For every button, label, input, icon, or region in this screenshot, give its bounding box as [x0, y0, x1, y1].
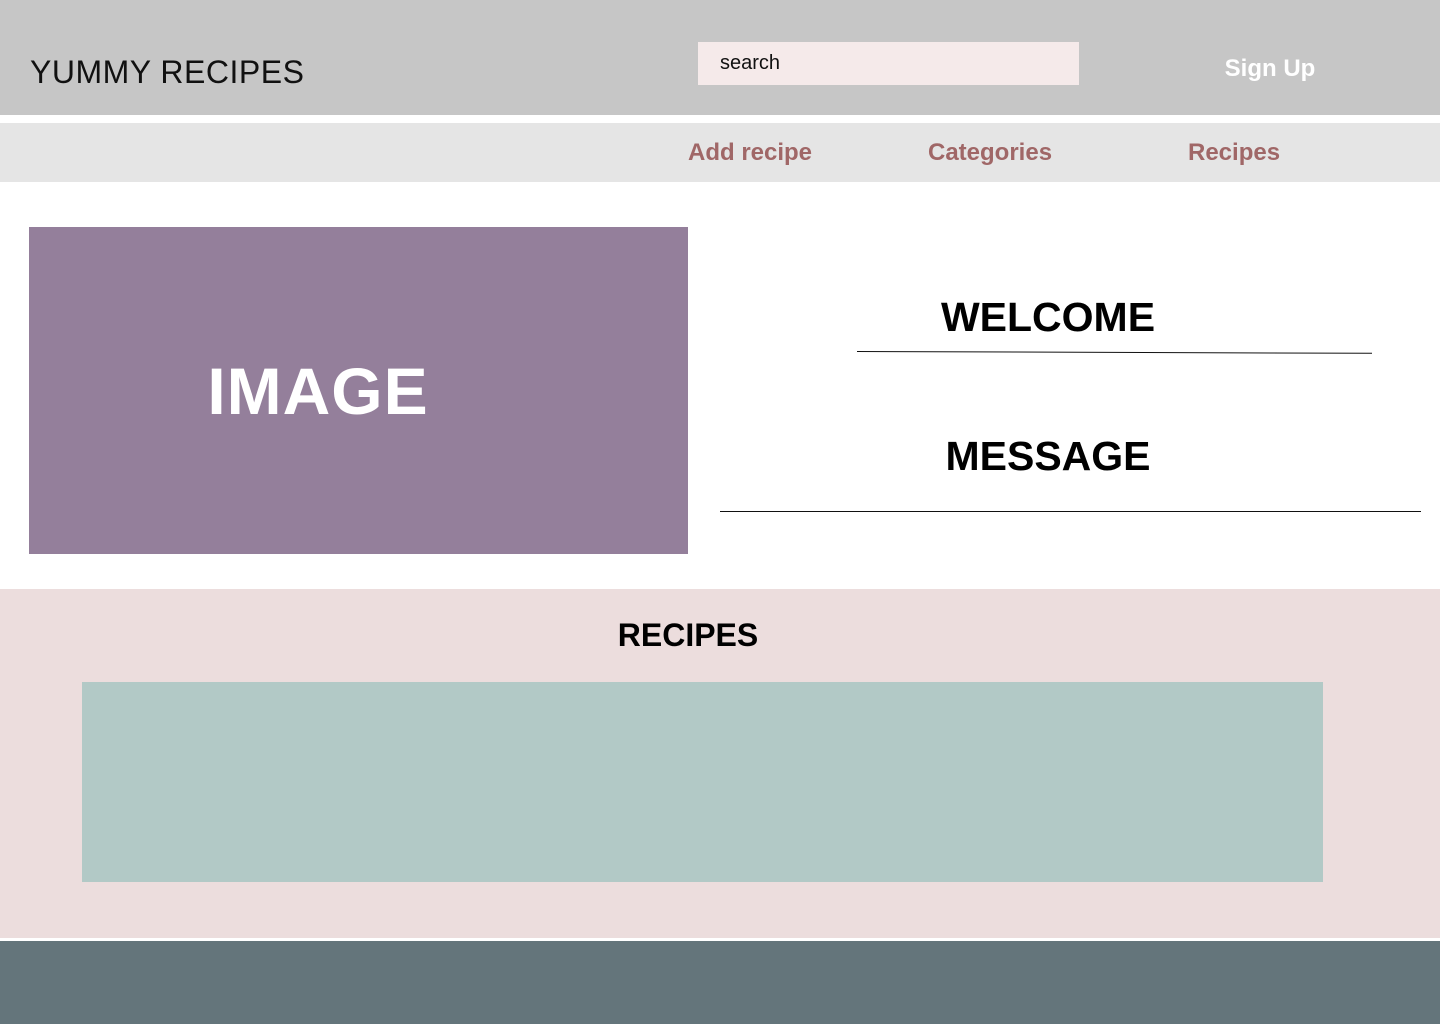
message-divider [720, 511, 1421, 512]
header: YUMMY RECIPES Sign Up [0, 0, 1440, 115]
nav-bar: Add recipe Categories Recipes [0, 123, 1440, 182]
site-logo[interactable]: YUMMY RECIPES [30, 54, 304, 91]
nav-item-categories[interactable]: Categories [928, 139, 1052, 167]
hero-image-label: IMAGE [207, 353, 429, 428]
hero-image-placeholder: IMAGE [29, 227, 688, 554]
welcome-heading: WELCOME [940, 294, 1156, 340]
search-input[interactable] [698, 42, 1079, 85]
recipes-content-box [82, 682, 1323, 882]
message-heading: MESSAGE [945, 433, 1151, 479]
nav-item-add-recipe[interactable]: Add recipe [688, 139, 812, 167]
footer [0, 941, 1440, 1024]
sign-up-button[interactable]: Sign Up [1200, 52, 1340, 86]
nav-item-recipes[interactable]: Recipes [1188, 139, 1280, 167]
welcome-divider [856, 351, 1372, 354]
recipes-section: RECIPES [0, 589, 1440, 938]
recipes-title: RECIPES [617, 617, 759, 653]
